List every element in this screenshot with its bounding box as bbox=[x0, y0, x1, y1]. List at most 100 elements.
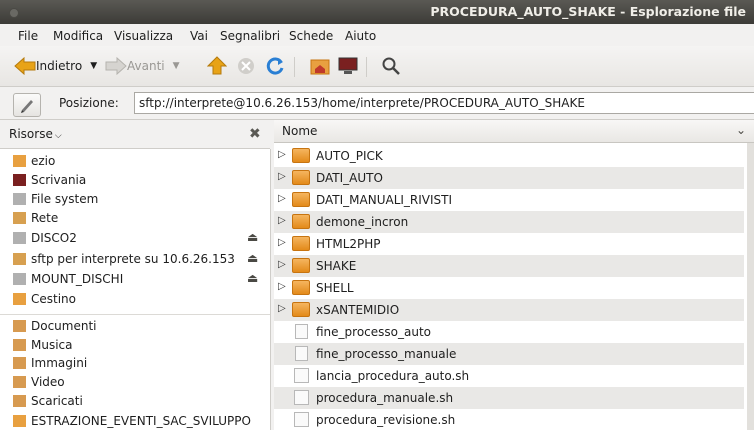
sidebar-item-video[interactable]: Video bbox=[0, 373, 270, 392]
script-file-icon bbox=[294, 368, 309, 383]
expander-icon[interactable]: ▷ bbox=[278, 237, 286, 248]
toggle-location-button[interactable] bbox=[13, 93, 41, 117]
item-name: procedura_manuale.sh bbox=[316, 391, 454, 405]
pictures-folder-icon bbox=[13, 357, 26, 369]
window-menu-icon[interactable] bbox=[9, 8, 19, 18]
trash-icon bbox=[13, 293, 26, 305]
expander-icon[interactable]: ▷ bbox=[278, 215, 286, 226]
side-pane-selector[interactable]: Risorse ⌵ bbox=[9, 127, 62, 141]
item-name: SHAKE bbox=[316, 259, 357, 273]
eject-icon[interactable]: ⏏ bbox=[247, 251, 258, 265]
expander-icon[interactable]: ▷ bbox=[278, 303, 286, 314]
list-item[interactable]: ▷ SHELL bbox=[274, 277, 744, 299]
menu-schede[interactable]: Schede bbox=[289, 29, 333, 43]
sidebar-item-scrivania[interactable]: Scrivania bbox=[0, 171, 270, 190]
list-item[interactable]: ▷ xSANTEMIDIO bbox=[274, 299, 744, 321]
sidebar-item-estrazione[interactable]: ESTRAZIONE_EVENTI_SAC_SVILUPPO bbox=[0, 412, 270, 430]
close-pane-icon[interactable]: ✖ bbox=[249, 126, 261, 142]
column-header-label: Nome bbox=[282, 124, 318, 138]
computer-icon bbox=[338, 57, 358, 74]
folder-icon bbox=[292, 214, 310, 229]
sidebar-item-ezio[interactable]: ezio bbox=[0, 152, 270, 171]
up-button[interactable] bbox=[207, 54, 227, 78]
sidebar-item-sftp[interactable]: sftp per interprete su 10.6.26.153 ⏏ bbox=[0, 250, 270, 269]
window-title: PROCEDURA_AUTO_SHAKE - Esplorazione file bbox=[430, 4, 746, 19]
search-icon bbox=[382, 57, 400, 75]
documents-folder-icon bbox=[13, 320, 26, 332]
eject-icon[interactable]: ⏏ bbox=[247, 230, 258, 244]
script-file-icon bbox=[294, 412, 309, 427]
sidebar-item-label: Musica bbox=[31, 338, 73, 352]
sidebar-item-label: Immagini bbox=[31, 356, 88, 370]
sidebar-item-label: DISCO2 bbox=[31, 231, 77, 245]
forward-button[interactable]: Avanti ▼ bbox=[105, 54, 180, 78]
menu-vai[interactable]: Vai bbox=[190, 29, 208, 43]
drive-icon bbox=[13, 193, 26, 205]
forward-history-chevron-icon[interactable]: ▼ bbox=[173, 61, 180, 71]
list-item[interactable]: ▷ DATI_AUTO bbox=[274, 167, 744, 189]
location-bar: Posizione: sftp://interprete@10.6.26.153… bbox=[0, 87, 754, 120]
computer-button[interactable] bbox=[338, 54, 358, 78]
sidebar-item-mount-dischi[interactable]: MOUNT_DISCHI ⏏ bbox=[0, 270, 270, 289]
menu-file[interactable]: File bbox=[18, 29, 38, 43]
expander-icon[interactable]: ▷ bbox=[278, 149, 286, 160]
location-input[interactable]: sftp://interprete@10.6.26.153/home/inter… bbox=[134, 92, 754, 114]
list-item[interactable]: ▷ SHAKE bbox=[274, 255, 744, 277]
item-name: DATI_MANUALI_RIVISTI bbox=[316, 193, 453, 207]
list-item[interactable]: ▷ HTML2PHP bbox=[274, 233, 744, 255]
folder-icon bbox=[292, 170, 310, 185]
music-folder-icon bbox=[13, 339, 26, 351]
menu-visualizza[interactable]: Visualizza bbox=[114, 29, 173, 43]
back-button[interactable]: Indietro ▼ bbox=[14, 54, 97, 78]
name-column-header[interactable]: Nome ⌄ bbox=[274, 120, 754, 143]
item-name: demone_incron bbox=[316, 215, 409, 229]
search-button[interactable] bbox=[381, 54, 401, 78]
text-file-icon bbox=[295, 324, 308, 339]
expander-icon[interactable]: ▷ bbox=[278, 281, 286, 292]
eject-icon[interactable]: ⏏ bbox=[247, 271, 258, 285]
sidebar-item-musica[interactable]: Musica bbox=[0, 336, 270, 355]
folder-icon bbox=[292, 148, 310, 163]
sidebar-item-scaricati[interactable]: Scaricati bbox=[0, 392, 270, 411]
folder-icon bbox=[13, 415, 26, 427]
list-item[interactable]: fine_processo_manuale bbox=[274, 343, 744, 365]
menu-aiuto[interactable]: Aiuto bbox=[345, 29, 376, 43]
list-item[interactable]: ▷ AUTO_PICK bbox=[274, 145, 744, 167]
network-icon bbox=[13, 212, 26, 224]
list-item[interactable]: ▷ DATI_MANUALI_RIVISTI bbox=[274, 189, 744, 211]
sidebar-item-disco2[interactable]: DISCO2 ⏏ bbox=[0, 229, 270, 248]
stop-button[interactable] bbox=[236, 54, 256, 78]
reload-button[interactable] bbox=[265, 54, 285, 78]
home-folder-icon bbox=[310, 59, 330, 75]
expander-icon[interactable]: ▷ bbox=[278, 259, 286, 270]
vertical-scrollbar[interactable] bbox=[747, 143, 754, 430]
menu-modifica[interactable]: Modifica bbox=[53, 29, 103, 43]
menu-segnalibri[interactable]: Segnalibri bbox=[220, 29, 280, 43]
list-item[interactable]: ▷ demone_incron bbox=[274, 211, 744, 233]
list-item[interactable]: lancia_procedura_auto.sh bbox=[274, 365, 744, 387]
folder-icon bbox=[292, 192, 310, 207]
downloads-folder-icon bbox=[13, 395, 26, 407]
sidebar-item-documenti[interactable]: Documenti bbox=[0, 317, 270, 336]
home-button[interactable] bbox=[310, 54, 330, 78]
up-arrow-icon bbox=[207, 56, 227, 75]
sidebar-item-cestino[interactable]: Cestino bbox=[0, 290, 270, 309]
toolbar-separator bbox=[366, 57, 367, 77]
folder-icon bbox=[292, 236, 310, 251]
list-item[interactable]: fine_processo_auto bbox=[274, 321, 744, 343]
sidebar-item-immagini[interactable]: Immagini bbox=[0, 354, 270, 373]
back-history-chevron-icon[interactable]: ▼ bbox=[90, 61, 97, 71]
sidebar-item-rete[interactable]: Rete bbox=[0, 209, 270, 228]
sidebar-item-label: Cestino bbox=[31, 292, 76, 306]
sidebar-item-label: ESTRAZIONE_EVENTI_SAC_SVILUPPO bbox=[31, 414, 251, 428]
expander-icon[interactable]: ▷ bbox=[278, 193, 286, 204]
list-item[interactable]: procedura_revisione.sh bbox=[274, 409, 744, 430]
sidebar-item-label: MOUNT_DISCHI bbox=[31, 272, 124, 286]
item-name: HTML2PHP bbox=[316, 237, 381, 251]
item-name: DATI_AUTO bbox=[316, 171, 383, 185]
reload-icon bbox=[266, 57, 284, 75]
list-item[interactable]: procedura_manuale.sh bbox=[274, 387, 744, 409]
sidebar-item-label: sftp per interprete su 10.6.26.153 bbox=[31, 252, 235, 266]
sidebar-item-file-system[interactable]: File system bbox=[0, 190, 270, 209]
expander-icon[interactable]: ▷ bbox=[278, 171, 286, 182]
